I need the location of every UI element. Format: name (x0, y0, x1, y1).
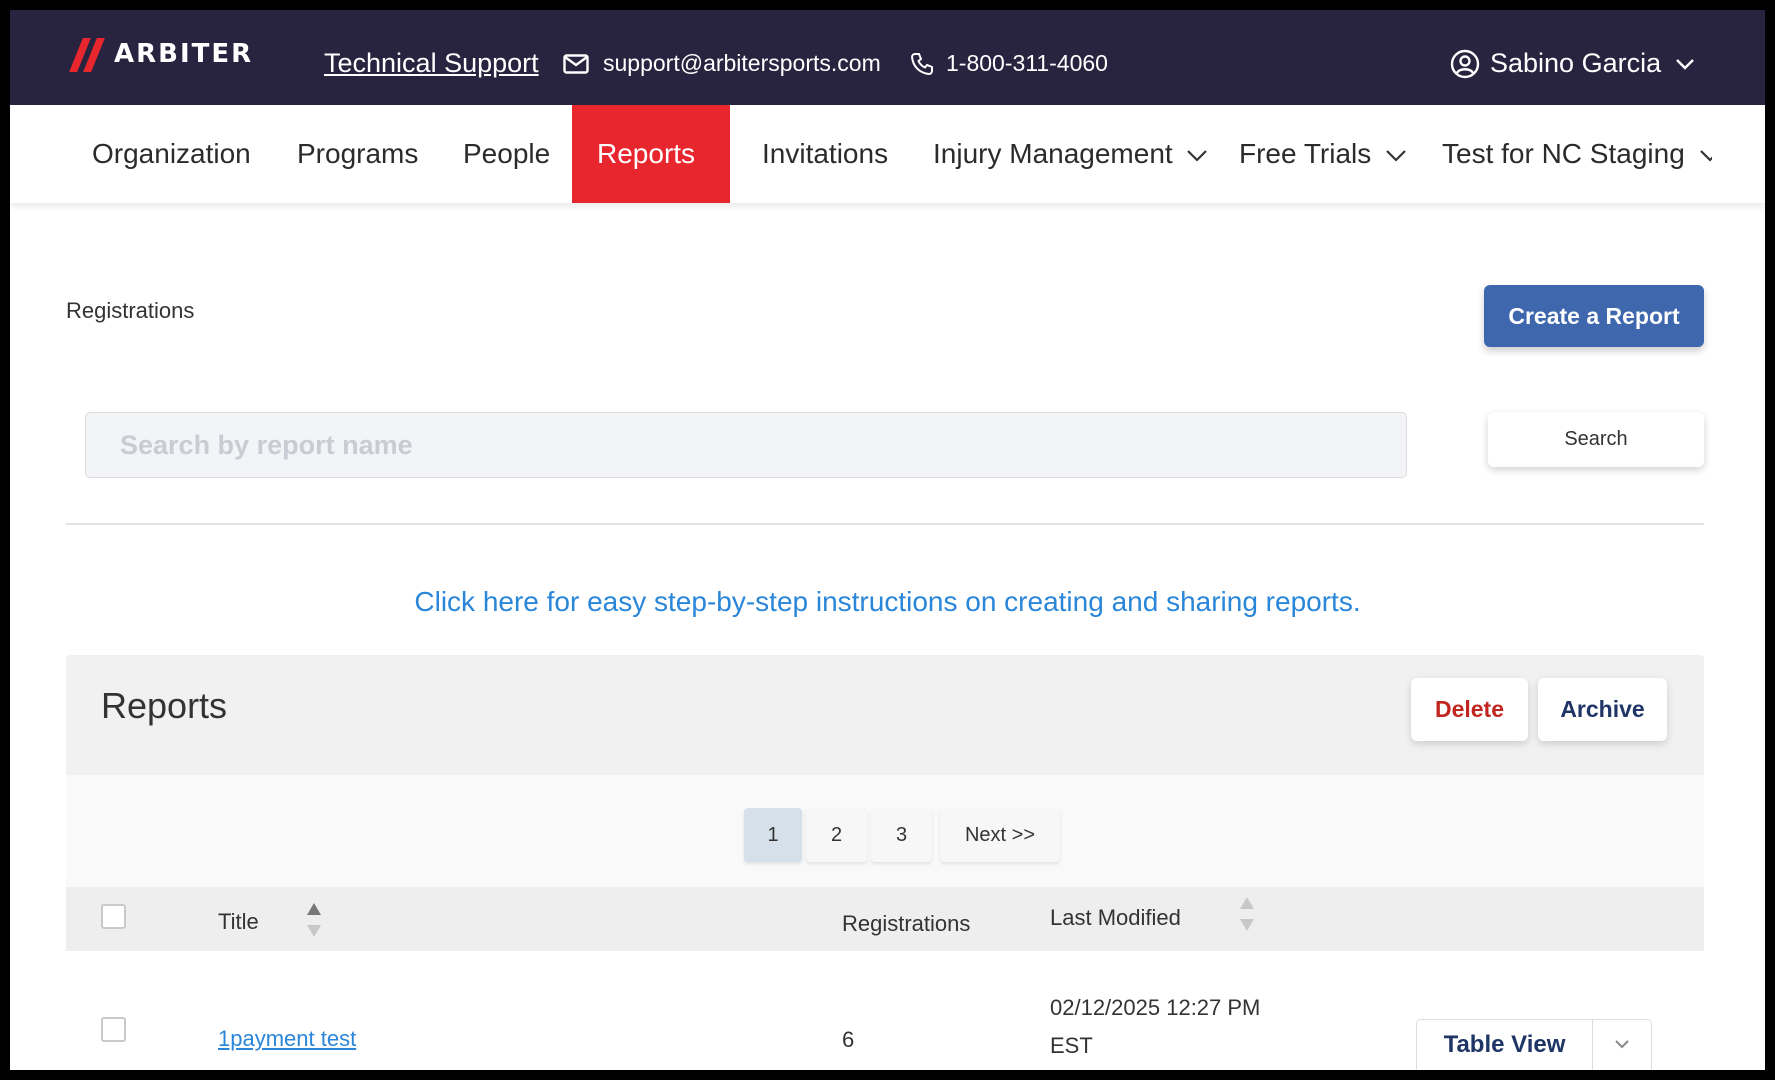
page-3-button[interactable]: 3 (871, 808, 932, 862)
view-mode-dropdown-toggle[interactable] (1593, 1020, 1651, 1070)
app-window: ARBITER Technical Support support@arbite… (10, 10, 1765, 1070)
chevron-down-icon (1615, 1040, 1629, 1049)
column-title[interactable]: Title (218, 909, 259, 935)
chevron-down-icon (1699, 150, 1712, 162)
table-header: Title Registrations Last Modified (66, 887, 1704, 951)
column-registrations[interactable]: Registrations (842, 911, 970, 937)
last-modified-timezone: EST (1050, 1033, 1093, 1058)
top-header: ARBITER Technical Support support@arbite… (10, 10, 1765, 105)
nav-item-injury-management[interactable]: Injury Management (933, 105, 1208, 203)
table-view-button[interactable]: Table View (1417, 1020, 1593, 1070)
last-modified-date: 02/12/2025 12:27 PM (1050, 995, 1261, 1020)
reports-title: Reports (101, 685, 228, 726)
nav-item-programs[interactable]: Programs (297, 105, 418, 203)
view-mode-split-button: Table View (1416, 1019, 1652, 1070)
technical-support-link[interactable]: Technical Support (324, 48, 539, 79)
nav-item-people[interactable]: People (463, 105, 550, 203)
table-row: 1payment test 6 02/12/2025 12:27 PM EST … (66, 951, 1704, 1070)
instructions-link-text[interactable]: Click here for easy step-by-step instruc… (414, 586, 1360, 617)
breadcrumb: Registrations (66, 298, 195, 323)
search-button[interactable]: Search (1488, 412, 1704, 467)
registrations-count: 6 (842, 1027, 855, 1052)
reports-panel: Reports Delete Archive 1 2 3 Next >> Tit… (66, 655, 1704, 1070)
row-checkbox[interactable] (101, 1017, 126, 1042)
nav-item-organization[interactable]: Organization (92, 105, 251, 203)
user-menu[interactable]: Sabino Garcia (1450, 48, 1695, 79)
mail-icon (563, 53, 589, 74)
sort-arrows-icon[interactable] (1239, 895, 1255, 933)
support-email[interactable]: support@arbitersports.com (563, 50, 881, 77)
sort-arrows-icon[interactable] (306, 901, 322, 939)
page-1-button[interactable]: 1 (744, 808, 802, 862)
page-2-button[interactable]: 2 (806, 808, 867, 862)
nav-item-reports[interactable]: Reports (572, 105, 730, 203)
chevron-down-icon (1676, 58, 1694, 70)
support-phone[interactable]: 1-800-311-4060 (910, 50, 1108, 77)
divider (66, 523, 1704, 525)
support-phone-text: 1-800-311-4060 (946, 50, 1108, 76)
column-last-modified[interactable]: Last Modified (1050, 905, 1181, 931)
phone-icon (910, 52, 933, 75)
support-email-text: support@arbitersports.com (603, 50, 881, 76)
nav-item-test-for-nc-staging[interactable]: Test for NC Staging (1442, 105, 1712, 203)
report-title-text[interactable]: 1payment test (218, 1026, 356, 1051)
select-all-checkbox[interactable] (101, 904, 126, 929)
user-circle-icon (1450, 49, 1480, 78)
report-title-link[interactable]: 1payment test (218, 1026, 356, 1052)
search-input[interactable] (85, 412, 1407, 478)
delete-button[interactable]: Delete (1411, 678, 1528, 741)
nav-item-free-trials[interactable]: Free Trials (1239, 105, 1407, 203)
user-name: Sabino Garcia (1490, 48, 1662, 78)
create-report-button[interactable]: Create a Report (1484, 285, 1704, 347)
chevron-down-icon (1386, 150, 1406, 162)
arbiter-logo-mark-icon (68, 38, 105, 72)
archive-button[interactable]: Archive (1538, 678, 1667, 741)
brand-name: ARBITER (114, 39, 254, 69)
instructions-link[interactable]: Click here for easy step-by-step instruc… (10, 586, 1765, 618)
pagination: 1 2 3 Next >> (66, 808, 1704, 862)
nav-item-invitations[interactable]: Invitations (762, 105, 888, 203)
reports-panel-header: Reports Delete Archive (66, 655, 1704, 775)
chevron-down-icon (1187, 150, 1208, 162)
main-nav: Organization Programs People Reports Inv… (10, 105, 1765, 203)
next-page-button[interactable]: Next >> (940, 808, 1060, 862)
last-modified: 02/12/2025 12:27 PM EST (1050, 989, 1260, 1065)
arbiter-logo[interactable]: ARBITER (68, 38, 254, 72)
